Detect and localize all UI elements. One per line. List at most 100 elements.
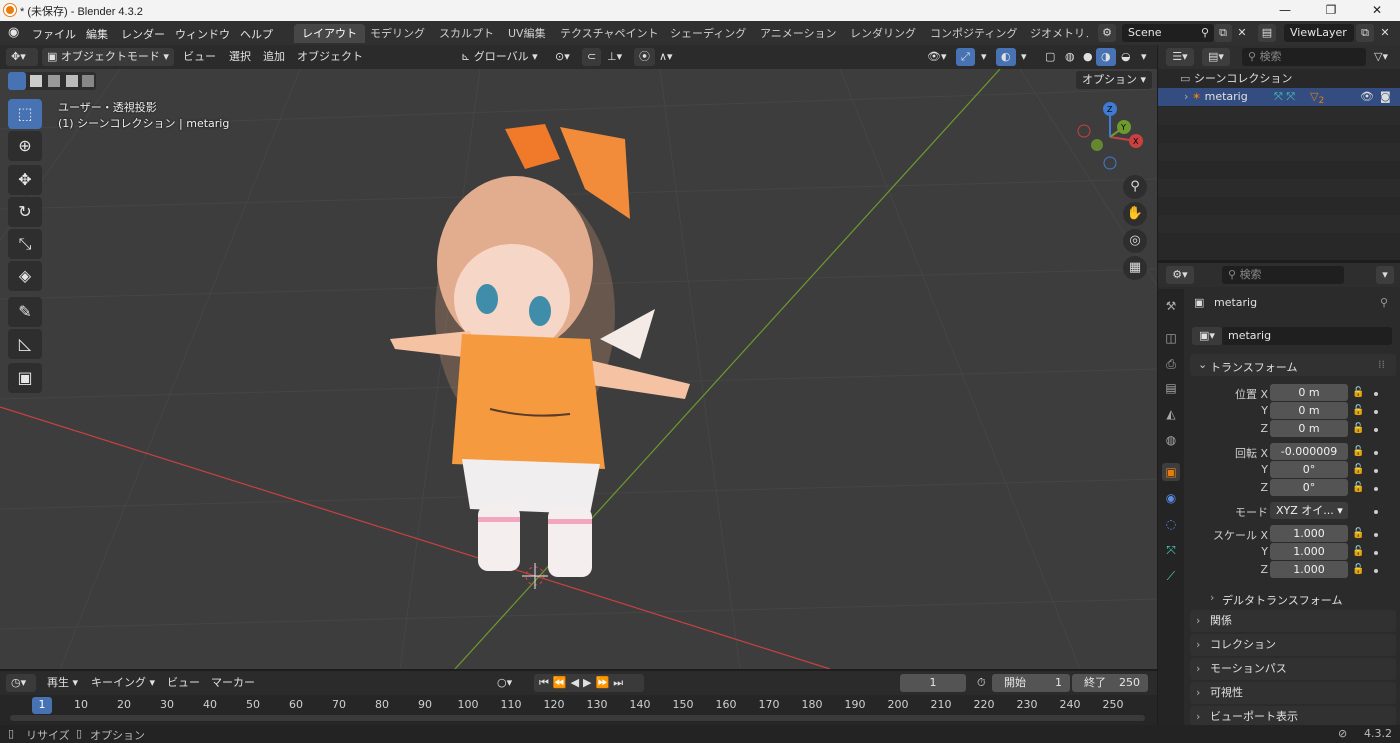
outliner-editor-type-icon[interactable]: ☰▾ <box>1166 48 1194 66</box>
lock-icon[interactable]: 🔓 <box>1352 423 1364 434</box>
tab-texture-paint[interactable]: テクスチャペイント <box>552 24 667 43</box>
rotation-z-field[interactable]: 0° <box>1270 479 1348 496</box>
options-dropdown[interactable]: オプション ▾ <box>1076 71 1153 89</box>
snap-target-icon[interactable]: ⊥▾ <box>602 48 627 66</box>
object-tab-icon[interactable]: ▣ <box>1162 463 1180 481</box>
keyframe-dot-icon[interactable] <box>1374 392 1378 396</box>
tab-rendering[interactable]: レンダリング <box>842 24 924 43</box>
lock-icon[interactable]: 🔓 <box>1352 464 1364 475</box>
proportional-editing-icon[interactable]: ⦿ <box>634 48 655 66</box>
menu-marker[interactable]: マーカー <box>206 674 260 692</box>
properties-search-input[interactable]: ⚲ 検索 <box>1222 266 1344 284</box>
tab-geometry-nodes[interactable]: ジオメトリノ <box>1022 24 1088 43</box>
lock-icon[interactable]: 🔓 <box>1352 482 1364 493</box>
keyframe-dot-icon[interactable] <box>1374 428 1378 432</box>
tool-select-box-icon[interactable]: ⬚ <box>8 99 42 129</box>
menu-render[interactable]: レンダー <box>121 26 165 42</box>
overlay-dropdown[interactable]: ▾ <box>1016 48 1032 66</box>
delta-transform-panel[interactable]: デルタトランスフォーム <box>1222 592 1342 608</box>
tool-rotate-icon[interactable]: ↻ <box>8 197 42 227</box>
keyframe-dot-icon[interactable] <box>1374 487 1378 491</box>
select-intersect-icon[interactable] <box>82 75 94 87</box>
keyframe-dot-icon[interactable] <box>1374 451 1378 455</box>
collections-panel[interactable]: › コレクション <box>1190 634 1396 656</box>
auto-keying-icon[interactable]: ○▾ <box>492 674 517 692</box>
lock-icon[interactable]: 🔓 <box>1352 564 1364 575</box>
keyframe-dot-icon[interactable] <box>1374 510 1378 514</box>
viewport-display-panel[interactable]: › ビューポート表示 <box>1190 706 1396 725</box>
ortho-toggle-icon[interactable]: ▦ <box>1123 256 1147 280</box>
scene-selector-icon[interactable]: ⚙ <box>1098 24 1116 42</box>
tool-annotate-icon[interactable]: ✎ <box>8 297 42 327</box>
outliner-row-scene-collection[interactable]: ▭ シーンコレクション <box>1158 70 1400 88</box>
zoom-icon[interactable]: ⚲ <box>1123 175 1147 199</box>
blender-menu-icon[interactable]: ◉ <box>8 25 19 40</box>
visibility-icon[interactable]: 👁▾ <box>922 48 952 66</box>
output-tab-icon[interactable]: ⎙ <box>1162 355 1180 373</box>
new-scene-icon[interactable]: ⧉ <box>1214 24 1232 42</box>
keyframe-dot-icon[interactable] <box>1374 551 1378 555</box>
rotation-y-field[interactable]: 0° <box>1270 461 1348 478</box>
scale-z-field[interactable]: 1.000 <box>1270 561 1348 578</box>
modifier-tab-icon[interactable]: ◉ <box>1162 489 1180 507</box>
gizmo-dropdown[interactable]: ▾ <box>976 48 992 66</box>
menu-playback[interactable]: 再生 ▾ <box>42 674 83 692</box>
select-invert-icon[interactable] <box>66 75 78 87</box>
properties-editor-type-icon[interactable]: ⚙▾ <box>1166 266 1194 284</box>
select-new-icon[interactable] <box>8 72 26 90</box>
view-layer-tab-icon[interactable]: ▤ <box>1162 379 1180 397</box>
filter-icon[interactable]: ▽▾ <box>1372 48 1390 66</box>
3d-viewport[interactable]: ユーザー・透視投影 (1) シーンコレクション | metarig オプション … <box>0 69 1157 669</box>
object-name-field[interactable]: metarig <box>1222 327 1392 345</box>
delete-viewlayer-icon[interactable]: ✕ <box>1376 24 1394 42</box>
keyframe-dot-icon[interactable] <box>1374 569 1378 573</box>
tool-scale-icon[interactable]: ⤡ <box>8 229 42 259</box>
camera-view-icon[interactable]: ◎ <box>1123 229 1147 253</box>
armature-data-tab-icon[interactable]: ⟋ <box>1162 567 1180 585</box>
tab-uv-editing[interactable]: UV編集 <box>500 24 554 43</box>
playback-controls[interactable]: ⏮⏪◀▶⏩⏭ <box>534 674 644 692</box>
shading-wireframe-icon[interactable]: ◍ <box>1060 48 1080 66</box>
tool-move-icon[interactable]: ✥ <box>8 165 42 195</box>
outliner-row-metarig[interactable]: › ✶ metarig ⤧ ⤧ ▽2 👁 ◙ <box>1158 88 1400 106</box>
viewlayer-name-field[interactable]: ViewLayer <box>1284 24 1354 42</box>
motion-paths-panel[interactable]: › モーションパス <box>1190 658 1396 680</box>
lock-icon[interactable]: 🔓 <box>1352 405 1364 416</box>
menu-window[interactable]: ウィンドウ <box>175 26 230 42</box>
render-tab-icon[interactable]: ◫ <box>1162 329 1180 347</box>
keyframe-dot-icon[interactable] <box>1374 410 1378 414</box>
navigation-gizmo[interactable]: X Y Z <box>1072 99 1148 175</box>
editor-type-icon[interactable]: ✥▾ <box>6 48 38 66</box>
expand-arrow-icon[interactable]: › <box>1210 591 1214 604</box>
location-x-field[interactable]: 0 m <box>1270 384 1348 401</box>
menu-keying[interactable]: キーイング ▾ <box>86 674 160 692</box>
rotation-mode-select[interactable]: XYZ オイ... ▾ <box>1270 502 1348 519</box>
mode-selector[interactable]: ▣ オブジェクトモード ▾ <box>42 48 174 66</box>
scene-tab-icon[interactable]: ◭ <box>1162 405 1180 423</box>
eye-visibility-icon[interactable]: 👁 <box>1360 88 1374 106</box>
minimize-button[interactable]: — <box>1262 0 1308 21</box>
maximize-button[interactable]: ❐ <box>1308 0 1354 21</box>
tab-compositing[interactable]: コンポジティング <box>922 24 1025 43</box>
scale-y-field[interactable]: 1.000 <box>1270 543 1348 560</box>
close-button[interactable]: ✕ <box>1354 0 1400 21</box>
shading-solid-icon[interactable]: ● <box>1078 48 1098 66</box>
menu-view[interactable]: ビュー <box>178 48 221 66</box>
shading-material-icon[interactable]: ◑ <box>1096 48 1116 66</box>
transform-orientation[interactable]: ⊾ グローバル ▾ <box>456 48 543 66</box>
stopwatch-icon[interactable]: ⏱ <box>972 674 991 692</box>
menu-timeline-view[interactable]: ビュー <box>162 674 205 692</box>
overlay-toggle-icon[interactable]: ◐ <box>996 48 1016 66</box>
datablock-type-icon[interactable]: ▣▾ <box>1192 327 1222 345</box>
menu-edit[interactable]: 編集 <box>86 26 108 42</box>
location-y-field[interactable]: 0 m <box>1270 402 1348 419</box>
pin-scene-icon[interactable]: ⚲ <box>1196 24 1214 42</box>
tool-cursor-icon[interactable]: ⊕ <box>8 131 42 161</box>
lock-icon[interactable]: 🔓 <box>1352 546 1364 557</box>
rotation-x-field[interactable]: -0.000009 <box>1270 443 1348 460</box>
tool-measure-icon[interactable]: ◺ <box>8 329 42 359</box>
lock-icon[interactable]: 🔓 <box>1352 528 1364 539</box>
viewlayer-selector-icon[interactable]: ▤ <box>1258 24 1276 42</box>
timeline-scrollbar[interactable] <box>10 715 1145 721</box>
xray-icon[interactable]: ▢ <box>1040 48 1060 66</box>
